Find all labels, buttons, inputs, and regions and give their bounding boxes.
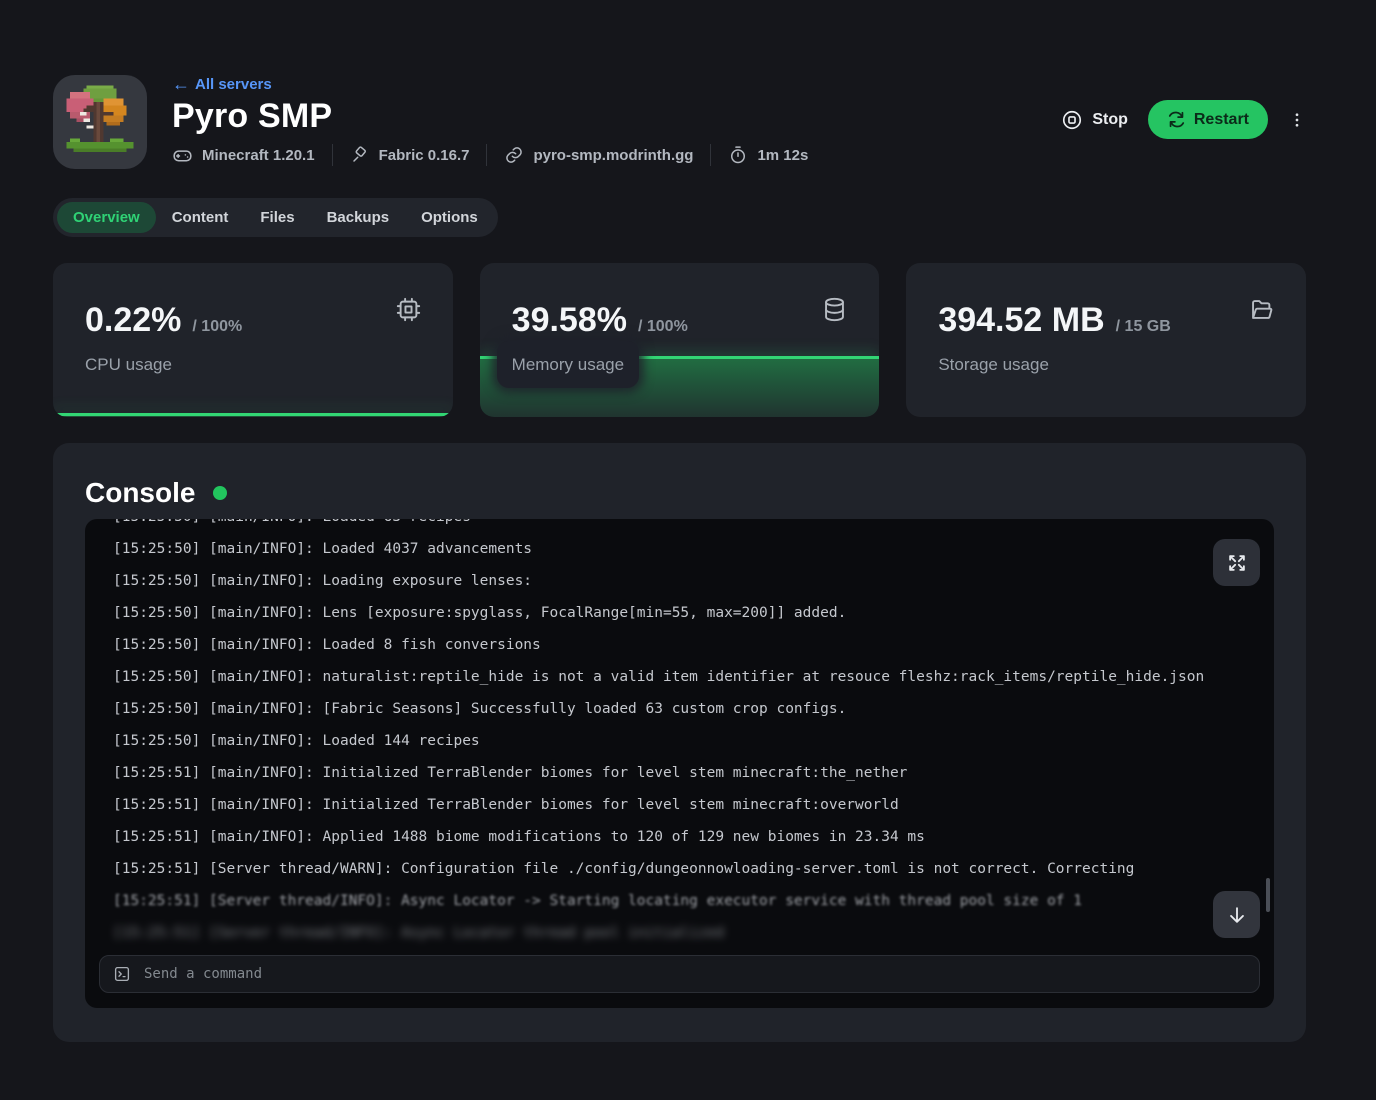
back-arrow-icon: ←: [172, 75, 190, 93]
command-bar: [99, 955, 1260, 993]
cpu-usage-bar: [53, 413, 453, 417]
log-line: [15:25:51] [Server thread/WARN]: Configu…: [113, 853, 1246, 885]
meta-divider: [486, 144, 487, 166]
cpu-usage-value: 0.22%: [85, 303, 181, 337]
log-line: [15:25:50] [main/INFO]: Loading exposure…: [113, 565, 1246, 597]
log-line: [15:25:50] [main/INFO]: naturalist:repti…: [113, 661, 1246, 693]
meta-uptime: 1m 12s: [728, 145, 808, 165]
memory-usage-total: / 100%: [638, 318, 688, 336]
log-line: [15:25:51] [main/INFO]: Initialized Terr…: [113, 757, 1246, 789]
meta-loader-version: Fabric 0.16.7: [350, 145, 470, 165]
console-card: Console [15:25:50] [main/INFO]: Loaded 6…: [53, 443, 1306, 1042]
page-title: Pyro SMP: [172, 97, 1061, 135]
stop-button[interactable]: Stop: [1061, 109, 1128, 131]
folder-icon: [1248, 296, 1275, 328]
expand-icon: [1226, 552, 1248, 574]
server-overview-page: ←All servers Pyro SMP Minecraft 1.20.1: [53, 0, 1306, 1042]
meta-divider: [332, 144, 333, 166]
console-header: Console: [85, 477, 1274, 508]
console-title: Console: [85, 477, 195, 508]
cpu-usage-label: CPU usage: [85, 355, 172, 375]
log-line: [15:25:50] [main/INFO]: Loaded 63 recipe…: [113, 519, 1246, 533]
cpu-icon: [395, 296, 422, 328]
restart-button[interactable]: Restart: [1148, 100, 1268, 139]
cpu-usage-total: / 100%: [192, 318, 242, 336]
storage-usage-label: Storage usage: [938, 355, 1049, 375]
log-line: [15:25:51] [Server thread/INFO]: Async L…: [113, 885, 1246, 917]
storage-usage-value: 394.52 MB: [938, 303, 1104, 337]
link-icon: [504, 145, 524, 165]
memory-usage-label: Memory usage: [512, 355, 624, 375]
header-actions: Stop Restart: [1061, 100, 1306, 139]
log-line: [15:25:50] [main/INFO]: Lens [exposure:s…: [113, 597, 1246, 629]
log-line: [15:25:50] [main/INFO]: Loaded 144 recip…: [113, 725, 1246, 757]
console-scrollbar[interactable]: [1266, 878, 1270, 912]
server-avatar: [53, 75, 147, 169]
expand-console-button[interactable]: [1213, 539, 1260, 586]
log-line: [15:25:51] [main/INFO]: Initialized Terr…: [113, 789, 1246, 821]
scroll-to-bottom-button[interactable]: [1213, 891, 1260, 938]
gamepad-icon: [172, 145, 193, 166]
log-line: [15:25:51] [main/INFO]: Applied 1488 bio…: [113, 821, 1246, 853]
arrow-down-icon: [1226, 904, 1248, 926]
kebab-menu-icon: [1288, 109, 1306, 131]
server-header: ←All servers Pyro SMP Minecraft 1.20.1: [53, 75, 1306, 169]
log-line: [15:25:50] [main/INFO]: Loaded 8 fish co…: [113, 629, 1246, 661]
timer-icon: [728, 145, 748, 165]
console-logs: [15:25:50] [main/INFO]: Loaded 63 recipe…: [85, 519, 1274, 949]
log-line: [15:25:51] [Server thread/INFO]: Async L…: [113, 917, 1246, 949]
tab-content[interactable]: Content: [156, 202, 245, 233]
more-options-button[interactable]: [1288, 109, 1306, 131]
memory-usage-value: 39.58%: [512, 303, 627, 337]
command-input[interactable]: [142, 965, 1246, 983]
meta-divider: [710, 144, 711, 166]
server-info: ←All servers Pyro SMP Minecraft 1.20.1: [172, 75, 1061, 169]
tab-files[interactable]: Files: [244, 202, 310, 233]
log-line: [15:25:50] [main/INFO]: Loaded 4037 adva…: [113, 533, 1246, 565]
loader-icon: [350, 145, 370, 165]
tab-backups[interactable]: Backups: [311, 202, 406, 233]
cpu-usage-card: 0.22% / 100% CPU usage: [53, 263, 453, 417]
tab-bar: Overview Content Files Backups Options: [53, 198, 498, 237]
restart-icon: [1167, 110, 1186, 129]
log-line: [15:25:50] [main/INFO]: [Fabric Seasons]…: [113, 693, 1246, 725]
tree-icon: [60, 82, 140, 162]
storage-usage-total: / 15 GB: [1116, 318, 1171, 336]
online-status-dot: [213, 486, 227, 500]
back-to-all-servers-link[interactable]: ←All servers: [172, 75, 272, 93]
meta-minecraft-version: Minecraft 1.20.1: [172, 145, 315, 166]
meta-server-address[interactable]: pyro-smp.modrinth.gg: [504, 145, 693, 165]
stop-icon: [1061, 109, 1083, 131]
storage-usage-card: 394.52 MB / 15 GB Storage usage: [906, 263, 1306, 417]
terminal-prompt-icon: [113, 965, 131, 983]
database-icon: [821, 296, 848, 328]
tab-options[interactable]: Options: [405, 202, 494, 233]
stats-row: 0.22% / 100% CPU usage 39.58% / 100%: [53, 263, 1306, 417]
memory-usage-card: 39.58% / 100% Memory usage: [480, 263, 880, 417]
server-meta-row: Minecraft 1.20.1 Fabric 0.16.7: [172, 144, 1061, 166]
tab-overview[interactable]: Overview: [57, 202, 156, 233]
console-screen: [15:25:50] [main/INFO]: Loaded 63 recipe…: [85, 519, 1274, 1008]
